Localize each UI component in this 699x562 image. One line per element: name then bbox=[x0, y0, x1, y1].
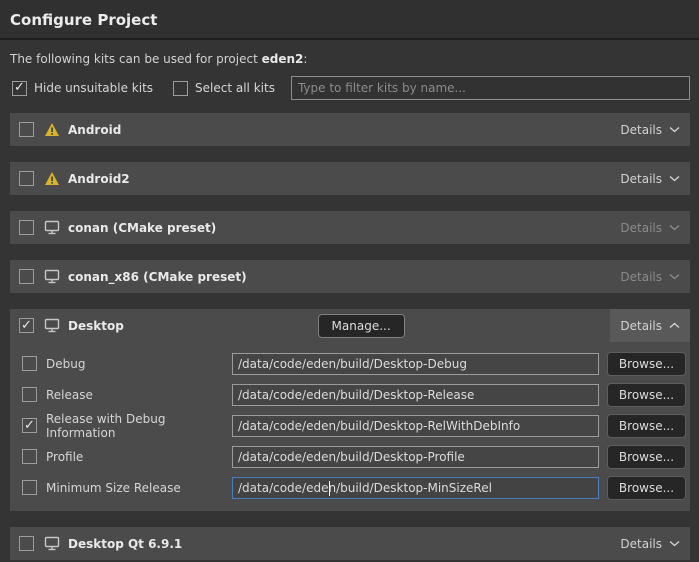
chevron-up-icon bbox=[669, 322, 680, 329]
build-dir-input[interactable]: /data/code/eden/build/Desktop-Release bbox=[232, 384, 599, 406]
warning-icon bbox=[43, 122, 60, 138]
chevron-down-icon bbox=[669, 224, 680, 231]
chevron-down-icon bbox=[669, 175, 680, 182]
build-config-row-release: Release /data/code/eden/build/Desktop-Re… bbox=[22, 379, 686, 410]
browse-button[interactable]: Browse... bbox=[607, 383, 686, 407]
kit-checkbox[interactable] bbox=[19, 318, 34, 333]
kit-checkbox[interactable] bbox=[19, 269, 34, 284]
filter-bar: Hide unsuitable kits Select all kits Typ… bbox=[12, 76, 690, 100]
kit-checkbox[interactable] bbox=[19, 122, 34, 137]
build-dir-value: /data/code/eden/build/Desktop-Debug bbox=[238, 357, 467, 371]
desktop-monitor-icon bbox=[43, 220, 60, 236]
warning-icon bbox=[43, 171, 60, 187]
details-toggle[interactable]: Details bbox=[610, 162, 690, 195]
kit-row-android: Android Details bbox=[10, 113, 690, 146]
kit-name: Android2 bbox=[68, 172, 130, 186]
build-dir-value: /data/code/eden/build/Desktop-MinSizeRel bbox=[238, 481, 492, 495]
select-all-label: Select all kits bbox=[195, 81, 275, 95]
kit-name: Desktop Qt 6.9.1 bbox=[68, 537, 182, 551]
kit-name: Desktop bbox=[68, 319, 124, 333]
config-label: Minimum Size Release bbox=[46, 481, 232, 495]
config-checkbox[interactable] bbox=[22, 356, 37, 371]
kit-name: conan_x86 (CMake preset) bbox=[68, 270, 247, 284]
build-dir-value: /data/code/eden/build/Desktop-Profile bbox=[238, 450, 465, 464]
details-toggle: Details bbox=[610, 260, 690, 293]
kit-header: Desktop Manage... Details bbox=[10, 309, 690, 342]
kit-header: Android Details bbox=[10, 113, 690, 146]
details-label: Details bbox=[620, 172, 662, 186]
kit-name: conan (CMake preset) bbox=[68, 221, 216, 235]
kit-header: conan (CMake preset) Details bbox=[10, 211, 690, 244]
build-config-row-relwithdebinfo: Release with Debug Information /data/cod… bbox=[22, 410, 686, 441]
page-header: Configure Project bbox=[0, 0, 699, 40]
hide-unsuitable-checkbox[interactable] bbox=[12, 81, 27, 96]
config-checkbox[interactable] bbox=[22, 387, 37, 402]
chevron-down-icon bbox=[669, 540, 680, 547]
desktop-monitor-icon bbox=[43, 318, 60, 334]
build-config-row-debug: Debug /data/code/eden/build/Desktop-Debu… bbox=[22, 348, 686, 379]
details-toggle[interactable]: Details bbox=[610, 527, 690, 560]
config-checkbox[interactable] bbox=[22, 480, 37, 495]
browse-button[interactable]: Browse... bbox=[607, 445, 686, 469]
config-label: Profile bbox=[46, 450, 232, 464]
kit-checkbox[interactable] bbox=[19, 220, 34, 235]
details-label: Details bbox=[620, 319, 662, 333]
build-dir-input[interactable]: /data/code/eden/build/Desktop-Debug bbox=[232, 353, 599, 375]
details-label: Details bbox=[620, 123, 662, 137]
kit-name: Android bbox=[68, 123, 121, 137]
kit-checkbox[interactable] bbox=[19, 171, 34, 186]
chevron-down-icon bbox=[669, 273, 680, 280]
intro-text-before: The following kits can be used for proje… bbox=[10, 52, 262, 66]
desktop-monitor-icon bbox=[43, 536, 60, 552]
text-caret bbox=[329, 481, 330, 496]
build-dir-value: /data/code/eden/build/Desktop-Release bbox=[238, 388, 474, 402]
details-label: Details bbox=[620, 270, 662, 284]
details-toggle: Details bbox=[610, 211, 690, 244]
build-dir-input[interactable]: /data/code/eden/build/Desktop-RelWithDeb… bbox=[232, 415, 599, 437]
build-dir-input[interactable]: /data/code/eden/build/Desktop-Profile bbox=[232, 446, 599, 468]
desktop-monitor-icon bbox=[43, 269, 60, 285]
kit-header: conan_x86 (CMake preset) Details bbox=[10, 260, 690, 293]
browse-button[interactable]: Browse... bbox=[607, 476, 686, 500]
kit-row-conan-x86: conan_x86 (CMake preset) Details bbox=[10, 260, 690, 293]
kit-row-desktop: Desktop Manage... Details Debug /data/co… bbox=[10, 309, 690, 511]
select-all-checkbox[interactable] bbox=[173, 81, 188, 96]
config-label: Debug bbox=[46, 357, 232, 371]
project-name: eden2 bbox=[262, 52, 304, 66]
build-config-section: Debug /data/code/eden/build/Desktop-Debu… bbox=[10, 342, 690, 511]
build-dir-input-focused[interactable]: /data/code/eden/build/Desktop-MinSizeRel bbox=[232, 477, 599, 499]
details-toggle[interactable]: Details bbox=[610, 309, 690, 342]
details-toggle[interactable]: Details bbox=[610, 113, 690, 146]
details-label: Details bbox=[620, 221, 662, 235]
intro-text-after: : bbox=[303, 52, 307, 66]
details-label: Details bbox=[620, 537, 662, 551]
kit-header: Android2 Details bbox=[10, 162, 690, 195]
kit-row-conan: conan (CMake preset) Details bbox=[10, 211, 690, 244]
manage-kits-button[interactable]: Manage... bbox=[318, 314, 405, 338]
browse-button[interactable]: Browse... bbox=[607, 414, 686, 438]
browse-button[interactable]: Browse... bbox=[607, 352, 686, 376]
build-config-row-profile: Profile /data/code/eden/build/Desktop-Pr… bbox=[22, 441, 686, 472]
config-label: Release bbox=[46, 388, 232, 402]
page-title: Configure Project bbox=[10, 11, 689, 29]
hide-unsuitable-label: Hide unsuitable kits bbox=[34, 81, 153, 95]
kit-checkbox[interactable] bbox=[19, 536, 34, 551]
kit-header: Desktop Qt 6.9.1 Details bbox=[10, 527, 690, 560]
config-checkbox[interactable] bbox=[22, 449, 37, 464]
config-checkbox[interactable] bbox=[22, 418, 37, 433]
intro-text: The following kits can be used for proje… bbox=[10, 52, 689, 66]
kit-filter-input[interactable]: Type to filter kits by name... bbox=[291, 76, 690, 100]
config-label: Release with Debug Information bbox=[46, 412, 232, 440]
kit-row-android2: Android2 Details bbox=[10, 162, 690, 195]
build-dir-value: /data/code/eden/build/Desktop-RelWithDeb… bbox=[238, 419, 520, 433]
chevron-down-icon bbox=[669, 126, 680, 133]
kit-row-desktop-qt: Desktop Qt 6.9.1 Details bbox=[10, 527, 690, 560]
kit-list: Android Details Android2 Details bbox=[10, 113, 690, 560]
build-config-row-minsizerel: Minimum Size Release /data/code/eden/bui… bbox=[22, 472, 686, 503]
